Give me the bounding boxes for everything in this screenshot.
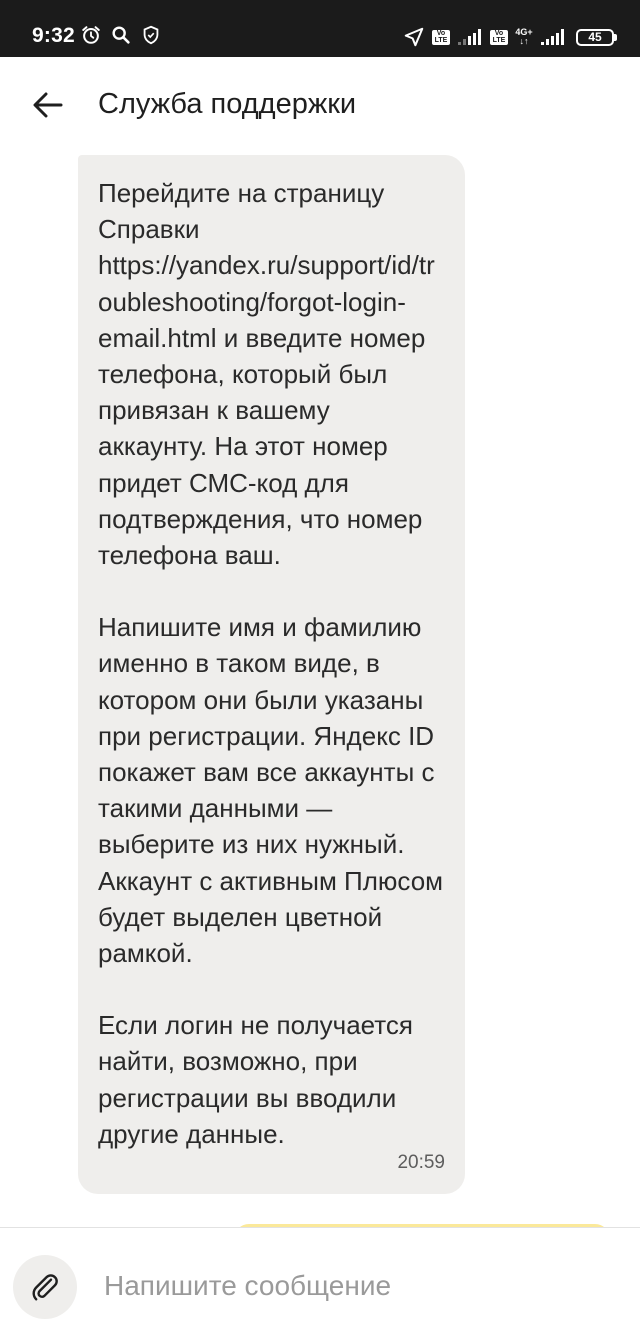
- alarm-icon: [82, 26, 100, 44]
- message-input[interactable]: [104, 1266, 604, 1306]
- message-composer: [0, 1227, 640, 1340]
- message-paragraph: Перейдите на страницу Справки https://ya…: [98, 178, 435, 571]
- signal-icon: [541, 29, 564, 45]
- network-4g-icon: 4G+ ↓↑: [515, 27, 533, 46]
- volte-icon: Vo LTE: [432, 29, 450, 45]
- shield-icon: [143, 25, 159, 45]
- volte-icon: Vo LTE: [490, 29, 508, 45]
- message-paragraph: Если логин не получается найти, возможно…: [98, 1010, 413, 1149]
- arrow-left-icon: [33, 92, 63, 118]
- message-timestamp: 20:59: [397, 1152, 445, 1173]
- paperclip-icon: [32, 1274, 58, 1301]
- attach-button[interactable]: [13, 1255, 77, 1319]
- chat-area[interactable]: Перейдите на страницу Справки https://ya…: [0, 153, 640, 1227]
- message-paragraph: Напишите имя и фамилию именно в таком ви…: [98, 612, 444, 969]
- signal-icon: [458, 29, 481, 45]
- page-title: Служба поддержки: [98, 88, 357, 120]
- status-bar: 9:32 Vo LTE Vo LTE 4G+ ↓↑ 45: [0, 0, 640, 57]
- location-arrow-icon: [404, 27, 424, 47]
- incoming-message-bubble[interactable]: Перейдите на страницу Справки https://ya…: [78, 155, 465, 1194]
- search-icon: [112, 26, 130, 44]
- app-header: Служба поддержки: [0, 57, 640, 153]
- battery-icon: 45: [576, 28, 617, 46]
- status-time: 9:32: [32, 24, 75, 47]
- back-button[interactable]: [26, 83, 70, 127]
- status-indicators: Vo LTE Vo LTE 4G+ ↓↑ 45: [403, 25, 617, 49]
